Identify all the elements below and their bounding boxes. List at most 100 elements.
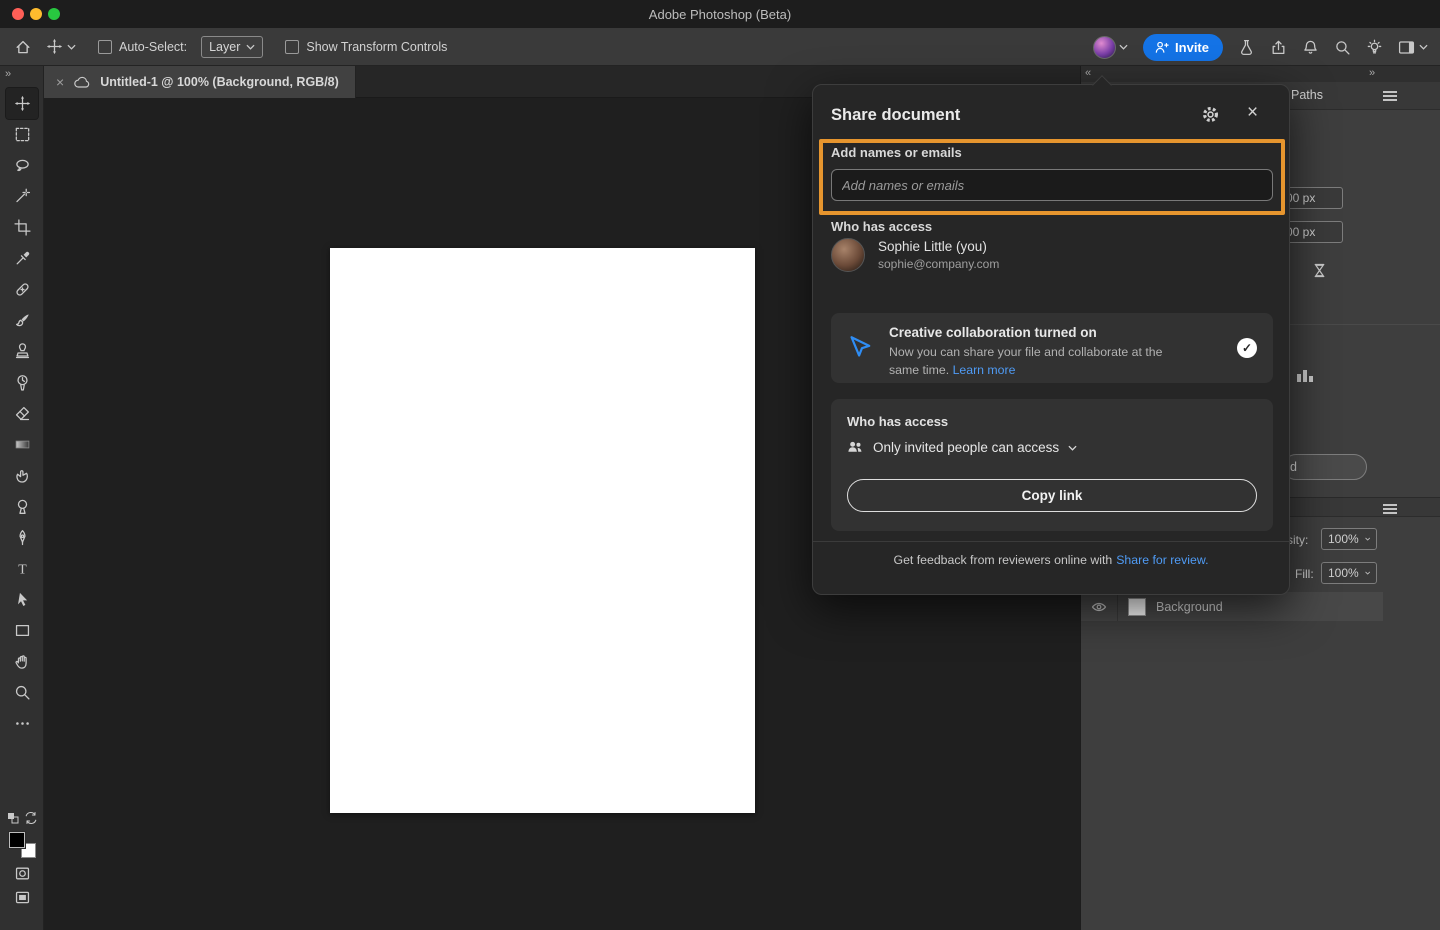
collaboration-title: Creative collaboration turned on bbox=[889, 325, 1189, 340]
healing-brush-tool[interactable] bbox=[6, 274, 38, 305]
account-menu[interactable] bbox=[1093, 36, 1128, 59]
dialog-close-icon[interactable]: × bbox=[1247, 102, 1258, 124]
learn-more-link[interactable]: Learn more bbox=[953, 363, 1016, 377]
show-transform-checkbox[interactable] bbox=[285, 40, 299, 54]
layer-visibility-eye-icon[interactable] bbox=[1091, 599, 1107, 615]
expand-panels-icon[interactable]: « bbox=[1085, 67, 1091, 79]
smudge-tool[interactable] bbox=[6, 460, 38, 491]
collaboration-card: Creative collaboration turned on Now you… bbox=[831, 313, 1273, 383]
share-export-icon[interactable] bbox=[1270, 39, 1287, 56]
eraser-tool[interactable] bbox=[6, 398, 38, 429]
options-bar: Auto-Select: Layer Show Transform Contro… bbox=[0, 28, 1440, 66]
panel-menu-icon[interactable] bbox=[1383, 91, 1397, 101]
layer-thumbnail[interactable] bbox=[1128, 598, 1146, 616]
collaboration-check-icon: ✓ bbox=[1237, 338, 1257, 358]
quick-mask-icon[interactable] bbox=[14, 865, 31, 882]
foreground-background-swatches[interactable] bbox=[9, 832, 36, 858]
collaboration-description: Now you can share your file and collabor… bbox=[889, 345, 1162, 377]
copy-link-button[interactable]: Copy link bbox=[847, 479, 1257, 512]
lasso-tool[interactable] bbox=[6, 150, 38, 181]
collapse-panels-icon[interactable]: » bbox=[1369, 67, 1375, 79]
share-document-dialog: Share document × Add names or emails Who… bbox=[812, 84, 1290, 595]
chevron-down-icon bbox=[1365, 536, 1370, 542]
hourglass-icon bbox=[1311, 262, 1328, 279]
tab-title: Untitled-1 @ 100% (Background, RGB/8) bbox=[100, 75, 339, 89]
partial-hidden-button[interactable]: d bbox=[1283, 454, 1367, 480]
close-window-button[interactable] bbox=[12, 8, 24, 20]
window-titlebar: Adobe Photoshop (Beta) bbox=[0, 0, 1440, 28]
svg-text:T: T bbox=[18, 561, 27, 576]
share-for-review-link[interactable]: Share for review. bbox=[1116, 553, 1208, 567]
swap-colors-icon[interactable] bbox=[24, 811, 38, 825]
owner-row: Sophie Little (you) sophie@company.com bbox=[831, 238, 999, 272]
beta-feedback-icon[interactable] bbox=[1238, 39, 1255, 56]
access-level-dropdown[interactable]: Only invited people can access bbox=[831, 429, 1273, 455]
clone-stamp-tool[interactable] bbox=[6, 336, 38, 367]
quick-selection-tool[interactable] bbox=[6, 181, 38, 212]
discover-lightbulb-icon[interactable] bbox=[1366, 39, 1383, 56]
home-icon[interactable] bbox=[14, 38, 32, 56]
owner-name: Sophie Little (you) bbox=[878, 239, 999, 254]
default-colors-icon[interactable] bbox=[7, 812, 19, 824]
dialog-title: Share document bbox=[831, 106, 960, 125]
rectangular-marquee-tool[interactable] bbox=[6, 119, 38, 150]
zoom-window-button[interactable] bbox=[48, 8, 60, 20]
access-card: Who has access Only invited people can a… bbox=[831, 399, 1273, 531]
document-tab[interactable]: × Untitled-1 @ 100% (Background, RGB/8) bbox=[44, 66, 356, 98]
path-selection-tool[interactable] bbox=[6, 584, 38, 615]
opacity-dropdown[interactable]: 100% bbox=[1321, 528, 1377, 550]
owner-avatar bbox=[831, 238, 865, 272]
type-tool[interactable]: T bbox=[6, 553, 38, 584]
invite-button[interactable]: Invite bbox=[1143, 34, 1223, 61]
fill-label: Fill: bbox=[1295, 567, 1314, 581]
rectangle-shape-tool[interactable] bbox=[6, 615, 38, 646]
chevron-down-icon bbox=[246, 44, 255, 50]
people-icon bbox=[847, 440, 864, 455]
fill-dropdown[interactable]: 100% bbox=[1321, 562, 1377, 584]
add-names-input[interactable] bbox=[831, 169, 1273, 201]
share-settings-gear-icon[interactable] bbox=[1201, 105, 1220, 124]
hand-tool[interactable] bbox=[6, 646, 38, 677]
more-tools-button[interactable] bbox=[6, 708, 38, 739]
search-icon[interactable] bbox=[1334, 39, 1351, 56]
dodge-tool[interactable] bbox=[6, 491, 38, 522]
brush-tool[interactable] bbox=[6, 305, 38, 336]
chevron-down-icon bbox=[67, 44, 76, 50]
gradient-tool[interactable] bbox=[6, 429, 38, 460]
screen-mode-icon[interactable] bbox=[14, 889, 31, 906]
canvas-document[interactable] bbox=[330, 248, 755, 813]
chevron-down-icon bbox=[1419, 44, 1428, 50]
layer-row-background[interactable]: Background bbox=[1081, 592, 1383, 621]
pen-tool[interactable] bbox=[6, 522, 38, 553]
collapse-toolbar-icon[interactable]: » bbox=[5, 68, 11, 80]
add-names-label: Add names or emails bbox=[831, 145, 962, 160]
auto-select-target-dropdown[interactable]: Layer bbox=[201, 36, 263, 58]
user-avatar bbox=[1093, 36, 1116, 59]
crop-tool[interactable] bbox=[6, 212, 38, 243]
tools-panel: » T bbox=[0, 66, 44, 930]
move-tool-option[interactable] bbox=[46, 38, 76, 55]
tab-close-icon[interactable]: × bbox=[56, 75, 64, 89]
who-has-access-heading: Who has access bbox=[831, 219, 932, 234]
add-person-icon bbox=[1154, 40, 1169, 55]
layers-panel-menu-icon[interactable] bbox=[1383, 504, 1397, 514]
workspace-switcher[interactable] bbox=[1398, 39, 1428, 56]
chevron-down-icon bbox=[1119, 44, 1128, 50]
history-brush-tool[interactable] bbox=[6, 367, 38, 398]
zoom-tool[interactable] bbox=[6, 677, 38, 708]
histogram-icon bbox=[1295, 366, 1315, 384]
window-title: Adobe Photoshop (Beta) bbox=[649, 7, 791, 22]
cloud-document-icon bbox=[73, 75, 91, 89]
eyedropper-tool[interactable] bbox=[6, 243, 38, 274]
footer-divider bbox=[813, 541, 1289, 542]
chevron-down-icon bbox=[1068, 445, 1077, 451]
minimize-window-button[interactable] bbox=[30, 8, 42, 20]
opacity-label: sity: bbox=[1287, 533, 1308, 547]
show-transform-label: Show Transform Controls bbox=[306, 40, 447, 54]
foreground-color-swatch[interactable] bbox=[9, 832, 25, 848]
right-dock-header: « » bbox=[1081, 66, 1440, 82]
move-tool[interactable] bbox=[6, 88, 38, 119]
auto-select-checkbox[interactable] bbox=[98, 40, 112, 54]
notifications-bell-icon[interactable] bbox=[1302, 39, 1319, 56]
tab-paths[interactable]: Paths bbox=[1291, 88, 1323, 102]
